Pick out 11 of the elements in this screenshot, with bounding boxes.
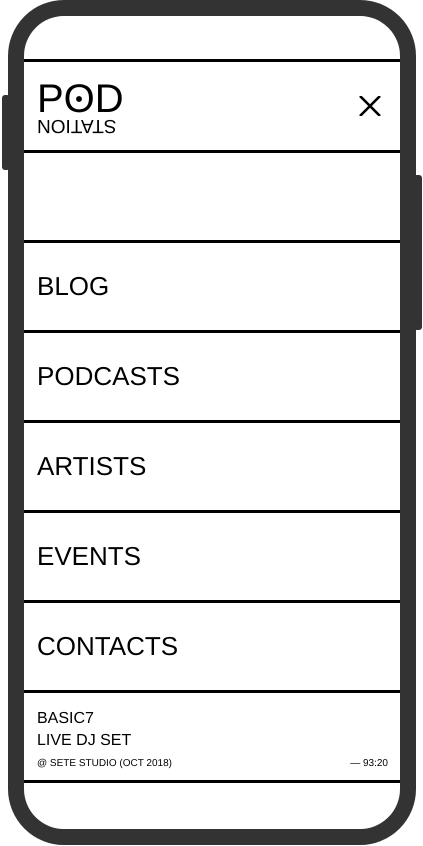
venue-text: @ SETE STUDIO (OCT 2018) bbox=[37, 758, 172, 769]
close-icon[interactable] bbox=[359, 96, 381, 116]
track-title: BASIC7 bbox=[37, 709, 95, 729]
logo-subtitle: STATION bbox=[37, 118, 117, 133]
menu-item[interactable]: BLOG bbox=[37, 271, 110, 302]
menu-item[interactable]: CONTACTS bbox=[37, 631, 178, 662]
duration-text: — 93:20 bbox=[350, 758, 388, 769]
menu-item[interactable]: EVENTS bbox=[37, 541, 142, 572]
menu-item[interactable]: PODCASTS bbox=[37, 361, 180, 392]
track-subtitle: LIVE DJ SET bbox=[37, 731, 132, 751]
menu-item[interactable]: ARTISTS bbox=[37, 451, 146, 482]
